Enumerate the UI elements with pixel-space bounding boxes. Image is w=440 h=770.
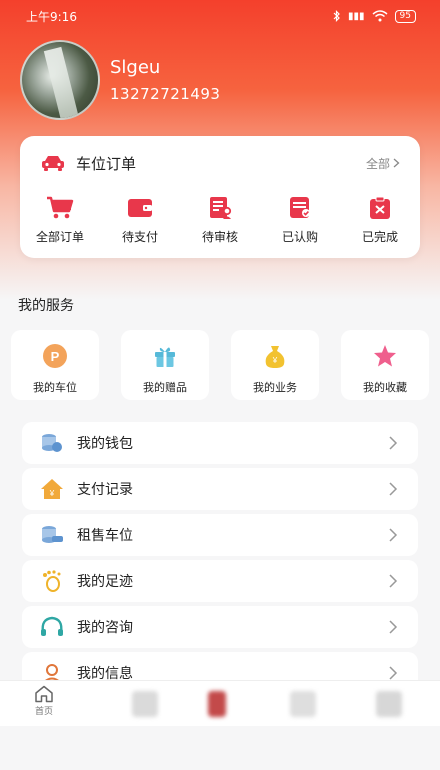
money-bag-icon: ¥ <box>265 346 285 368</box>
order-card-title: 车位订单 <box>76 154 137 173</box>
service-my-business-label: 我的业务 <box>253 381 297 394</box>
parking-order-card: 车位订单 全部 全部订单 待支付 待审核 已认购 已完成 <box>20 136 420 258</box>
service-my-favorites-label: 我的收藏 <box>363 381 407 394</box>
chevron-right-icon <box>389 574 398 588</box>
car-icon <box>42 156 64 171</box>
wifi-icon <box>372 10 388 22</box>
status-bar: 上午9:16 ▮▮▮ 95 <box>0 0 440 32</box>
chevron-right-icon <box>389 666 398 680</box>
house-yuan-icon: ¥ <box>41 479 63 499</box>
svg-text:¥: ¥ <box>272 356 278 365</box>
menu-my-wallet-label: 我的钱包 <box>77 436 133 452</box>
view-all-label: 全部 <box>365 156 390 171</box>
star-icon <box>374 345 396 367</box>
menu-my-footprints[interactable]: 我的足迹 <box>22 560 418 602</box>
service-my-business[interactable]: ¥ 我的业务 <box>231 330 319 400</box>
order-pending-payment[interactable]: 待支付 <box>100 196 180 245</box>
menu-rent-sell-parking[interactable]: 租售车位 <box>22 514 418 556</box>
order-card-header: 车位订单 全部 <box>40 152 400 174</box>
coins-icon <box>42 434 62 452</box>
svg-text:P: P <box>51 349 60 364</box>
service-my-favorites[interactable]: 我的收藏 <box>341 330 429 400</box>
order-subscribed[interactable]: 已认购 <box>260 196 340 245</box>
chevron-right-icon <box>389 436 398 450</box>
order-pending-review[interactable]: 待审核 <box>180 196 260 245</box>
avatar[interactable] <box>20 40 100 120</box>
username: Slgeu <box>110 57 161 78</box>
nav-tab-2-blurred[interactable] <box>132 691 158 717</box>
order-pending-review-label: 待审核 <box>201 230 238 244</box>
menu-my-consultations-label: 我的咨询 <box>77 620 133 636</box>
menu-my-wallet[interactable]: 我的钱包 <box>22 422 418 464</box>
bottom-safe-area <box>0 726 440 770</box>
service-my-gifts-label: 我的赠品 <box>143 381 187 394</box>
coins-car-icon <box>42 526 63 543</box>
consult-icon <box>41 616 63 636</box>
order-pending-payment-label: 待支付 <box>121 230 158 244</box>
completed-icon <box>370 196 390 219</box>
home-icon <box>35 685 53 703</box>
service-my-gifts[interactable]: 我的赠品 <box>121 330 209 400</box>
service-my-parking[interactable]: P 我的车位 <box>11 330 99 400</box>
order-all-label: 全部订单 <box>35 230 84 244</box>
wallet-icon <box>128 199 152 217</box>
nav-home[interactable]: 首页 <box>28 685 60 717</box>
profile-header[interactable]: Slgeu 13272721493 <box>20 40 220 120</box>
chevron-right-icon <box>389 482 398 496</box>
chevron-right-icon <box>393 158 400 168</box>
bottom-navigation: 首页 <box>0 680 440 726</box>
nav-tab-3-blurred[interactable] <box>208 691 226 717</box>
view-all-orders-link[interactable]: 全部 <box>366 155 400 172</box>
services-section-title: 我的服务 <box>18 298 74 314</box>
menu-payment-records-label: 支付记录 <box>77 482 133 498</box>
nav-tab-4-blurred[interactable] <box>290 691 316 717</box>
cart-icon <box>47 196 74 219</box>
menu-my-footprints-label: 我的足迹 <box>77 574 133 590</box>
status-time: 上午9:16 <box>26 9 77 24</box>
order-subscribed-label: 已认购 <box>281 230 318 244</box>
review-icon <box>210 197 232 219</box>
subscribed-icon <box>290 197 310 218</box>
battery-icon: 95 <box>394 9 416 23</box>
menu-rent-sell-parking-label: 租售车位 <box>77 528 133 544</box>
order-completed-label: 已完成 <box>361 230 398 244</box>
bluetooth-icon <box>333 10 340 22</box>
services-grid: P 我的车位 我的赠品 ¥ 我的业务 我的收藏 <box>11 330 429 400</box>
gift-icon <box>155 347 175 367</box>
signal-icon: ▮▮▮ <box>348 10 365 22</box>
menu-my-consultations[interactable]: 我的咨询 <box>22 606 418 648</box>
menu-payment-records[interactable]: ¥ 支付记录 <box>22 468 418 510</box>
order-completed[interactable]: 已完成 <box>340 196 420 245</box>
chevron-right-icon <box>389 528 398 542</box>
service-my-parking-label: 我的车位 <box>33 381 77 394</box>
phone-number: 13272721493 <box>110 85 221 103</box>
chevron-right-icon <box>389 620 398 634</box>
status-icons: ▮▮▮ 95 <box>333 9 416 23</box>
footprint-icon <box>43 570 61 592</box>
svg-text:¥: ¥ <box>49 489 55 498</box>
nav-home-label: 首页 <box>34 707 53 717</box>
parking-icon: P <box>43 344 67 368</box>
order-all[interactable]: 全部订单 <box>20 196 100 245</box>
order-status-list: 全部订单 待支付 待审核 已认购 已完成 <box>20 196 420 245</box>
nav-tab-5-blurred[interactable] <box>376 691 402 717</box>
